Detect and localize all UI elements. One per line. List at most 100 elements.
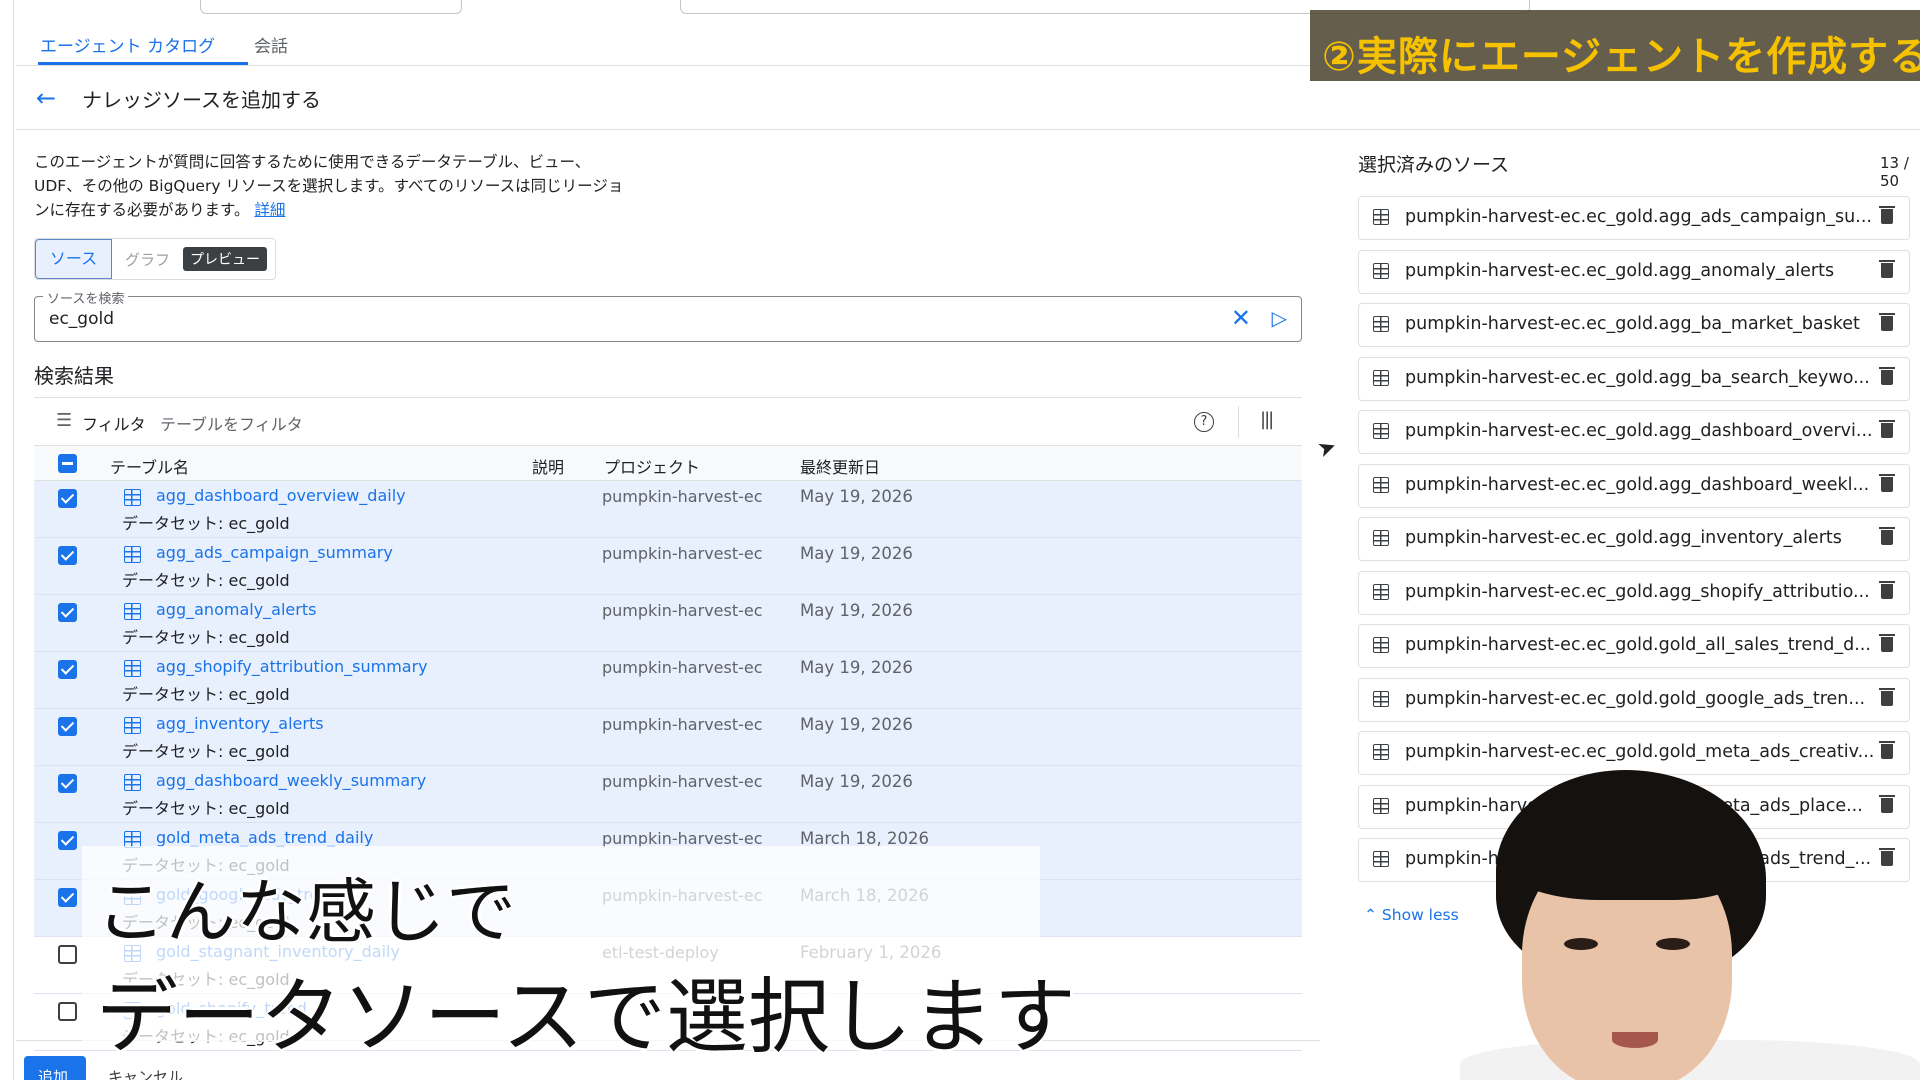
row-checkbox[interactable] xyxy=(58,1002,77,1021)
column-display-icon[interactable]: ||| xyxy=(1260,409,1274,430)
header-last-updated[interactable]: 最終更新日 xyxy=(800,454,880,478)
selected-source-item: pumpkin-harvest-ec.ec_gold.agg_dashboard… xyxy=(1358,463,1910,508)
details-link[interactable]: 詳細 xyxy=(254,201,285,219)
table-name-link[interactable]: agg_dashboard_weekly_summary xyxy=(156,771,426,790)
tab-agent-catalog[interactable]: エージェント カタログ xyxy=(40,32,215,57)
trash-icon[interactable] xyxy=(1879,580,1895,599)
row-checkbox[interactable] xyxy=(58,945,77,964)
presenter-bangs xyxy=(1500,800,1750,900)
trash-icon[interactable] xyxy=(1879,473,1895,492)
tab-bar: エージェント カタログ 会話 xyxy=(16,14,1316,66)
row-checkbox[interactable] xyxy=(58,489,77,508)
selected-source-name: pumpkin-harvest-ec.ec_gold.gold_meta_ads… xyxy=(1405,742,1875,762)
header-table-name[interactable]: テーブル名 xyxy=(110,454,189,478)
tab-conversation[interactable]: 会話 xyxy=(254,32,288,57)
trash-icon[interactable] xyxy=(1879,259,1895,278)
project-cell: pumpkin-harvest-ec xyxy=(602,487,763,506)
dataset-label: データセット: ec_gold xyxy=(122,685,290,704)
project-selector[interactable] xyxy=(200,0,462,14)
selected-source-item: pumpkin-harvest-ec.ec_gold.agg_shopify_a… xyxy=(1358,570,1910,615)
table-icon xyxy=(1373,423,1389,439)
table-icon xyxy=(1373,797,1389,814)
table-icon xyxy=(124,774,141,791)
header-description[interactable]: 説明 xyxy=(532,454,564,478)
trash-icon[interactable] xyxy=(1879,366,1895,385)
project-cell: pumpkin-harvest-ec xyxy=(602,715,763,734)
selected-source-item: pumpkin-harvest-ec.ec_gold.agg_dashboard… xyxy=(1358,410,1910,454)
trash-icon[interactable] xyxy=(1879,313,1895,331)
trash-icon[interactable] xyxy=(1879,634,1895,652)
dataset-label: データセット: ec_gold xyxy=(122,628,290,647)
table-name-link[interactable]: agg_ads_campaign_summary xyxy=(156,543,393,562)
table-name-link[interactable]: gold_meta_ads_trend_daily xyxy=(156,828,373,847)
trash-icon[interactable] xyxy=(1879,741,1895,759)
row-checkbox[interactable] xyxy=(58,831,77,850)
preview-badge: プレビュー xyxy=(183,247,267,271)
last-updated-cell: May 19, 2026 xyxy=(800,658,913,677)
table-filter-input[interactable]: テーブルをフィルタ xyxy=(160,411,303,435)
add-button[interactable]: 追加 xyxy=(24,1056,86,1080)
row-checkbox[interactable] xyxy=(58,546,77,565)
table-icon xyxy=(1373,583,1389,600)
selected-source-name: pumpkin-harvest-ec.ec_gold.agg_dashboard… xyxy=(1405,474,1870,495)
table-row[interactable]: agg_shopify_attribution_summary データセット: e… xyxy=(34,652,1302,709)
dataset-label: データセット: ec_gold xyxy=(122,571,290,590)
table-icon xyxy=(1373,476,1389,493)
table-icon xyxy=(1373,316,1389,332)
results-title: 検索結果 xyxy=(34,364,114,388)
project-cell: pumpkin-harvest-ec xyxy=(602,772,763,791)
show-less-button[interactable]: ⌃ Show less xyxy=(1364,906,1459,924)
table-row[interactable]: agg_dashboard_weekly_summary データセット: ec_g… xyxy=(34,766,1302,823)
table-row[interactable]: agg_ads_campaign_summary データセット: ec_gold p… xyxy=(34,538,1302,595)
table-icon xyxy=(1373,369,1389,386)
trash-icon[interactable] xyxy=(1879,527,1895,545)
clear-icon[interactable]: ✕ xyxy=(1231,304,1251,332)
toggle-source-button[interactable]: ソース xyxy=(35,239,112,279)
table-name-link[interactable]: agg_dashboard_overview_daily xyxy=(156,486,406,505)
table-row[interactable]: agg_anomaly_alerts データセット: ec_gold pumpkin… xyxy=(34,595,1302,652)
project-cell: pumpkin-harvest-ec xyxy=(602,658,763,677)
trash-icon[interactable] xyxy=(1879,206,1895,224)
table-icon xyxy=(124,489,141,506)
back-arrow-icon[interactable]: ← xyxy=(36,84,56,112)
row-checkbox[interactable] xyxy=(58,603,77,622)
project-cell: pumpkin-harvest-ec xyxy=(602,544,763,563)
source-type-toggle: ソース グラフ プレビュー xyxy=(34,238,276,280)
filter-icon[interactable]: ☰ xyxy=(56,410,72,431)
row-checkbox[interactable] xyxy=(58,717,77,736)
row-checkbox[interactable] xyxy=(58,660,77,679)
selected-count: 13 / 50 xyxy=(1880,154,1909,190)
table-row[interactable]: agg_inventory_alerts データセット: ec_gold pumpk… xyxy=(34,709,1302,766)
active-tab-indicator xyxy=(38,62,248,65)
select-all-checkbox[interactable] xyxy=(58,454,77,473)
table-icon xyxy=(124,546,141,563)
table-row[interactable]: agg_dashboard_overview_daily データセット: ec_g… xyxy=(34,481,1302,538)
show-less-label: Show less xyxy=(1381,906,1459,924)
row-checkbox[interactable] xyxy=(58,888,77,907)
project-cell: pumpkin-harvest-ec xyxy=(602,601,763,620)
table-icon xyxy=(124,717,141,734)
table-icon xyxy=(124,603,141,620)
table-name-link[interactable]: agg_anomaly_alerts xyxy=(156,600,316,619)
toggle-graph-button[interactable]: グラフ xyxy=(125,249,170,270)
trash-icon[interactable] xyxy=(1879,420,1895,438)
divider xyxy=(1238,406,1239,438)
header-project[interactable]: プロジェクト xyxy=(604,454,700,478)
table-icon xyxy=(1373,690,1389,707)
filter-label[interactable]: フィルタ xyxy=(82,411,146,435)
table-name-link[interactable]: agg_shopify_attribution_summary xyxy=(156,657,428,676)
description-text: このエージェントが質問に回答するために使用できるデータテーブル、ビュー、UDF、… xyxy=(34,153,624,219)
row-checkbox[interactable] xyxy=(58,774,77,793)
left-nav-rail xyxy=(0,0,14,1080)
selected-source-item: pumpkin-harvest-ec.ec_gold.gold_meta_ads… xyxy=(1358,731,1910,775)
table-icon xyxy=(124,660,141,677)
help-icon[interactable]: ? xyxy=(1194,412,1214,432)
search-value[interactable]: ec_gold xyxy=(49,309,114,329)
dataset-label: データセット: ec_gold xyxy=(122,799,290,818)
selected-source-item: pumpkin-harvest-ec.ec_gold.gold_google_a… xyxy=(1358,677,1910,722)
last-updated-cell: May 19, 2026 xyxy=(800,544,913,563)
send-icon[interactable]: ▷ xyxy=(1272,306,1287,330)
table-name-link[interactable]: agg_inventory_alerts xyxy=(156,714,324,733)
source-search-input[interactable]: ソースを検索 ec_gold ✕ ▷ xyxy=(34,288,1302,342)
trash-icon[interactable] xyxy=(1879,687,1895,706)
